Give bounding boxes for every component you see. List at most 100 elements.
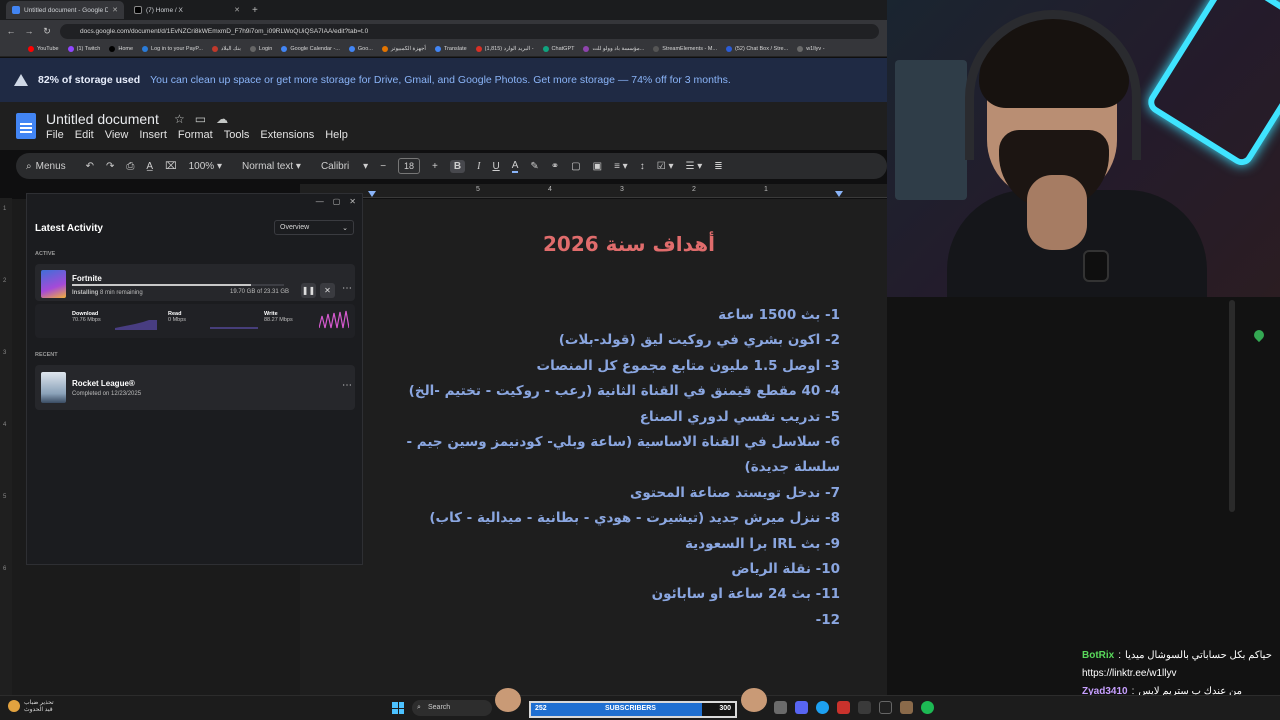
epic-games-icon[interactable] (879, 701, 892, 714)
new-tab-icon[interactable]: + (252, 5, 258, 16)
bookmark-item[interactable]: ChatGPT (542, 46, 575, 52)
link-icon[interactable]: ⚭ (551, 161, 559, 172)
text-color-icon[interactable]: A (511, 160, 519, 173)
document-title[interactable]: Untitled document (46, 111, 159, 127)
undo-icon[interactable]: ↶ (86, 161, 94, 172)
menu-item-edit[interactable]: Edit (75, 129, 94, 141)
bookmark-item[interactable]: بنك البلاد (211, 46, 241, 52)
menu-item-format[interactable]: Format (178, 129, 213, 141)
bookmark-item[interactable]: YouTube (28, 46, 59, 52)
numbered-list-icon[interactable]: ≣ (714, 161, 722, 172)
goal-line: 7- ندخل تويستد صناعة المحتوى (630, 484, 840, 501)
bullet-list-icon[interactable]: ☰ ▾ (685, 161, 702, 172)
bookmark-item[interactable]: StreamElements - M... (653, 46, 717, 52)
move-folder-icon[interactable]: ▭ (195, 112, 206, 126)
minimize-icon[interactable]: — (316, 197, 324, 206)
maximize-icon[interactable]: ▢ (333, 197, 341, 206)
image-icon[interactable]: ▣ (593, 161, 602, 172)
taskbar-search[interactable]: ⌕ Search (412, 700, 492, 716)
close-icon[interactable]: ✕ (349, 197, 356, 206)
bookmark-favicon-icon (726, 46, 733, 52)
search-menus-icon[interactable]: ⌕ (26, 161, 32, 172)
windows-start-icon[interactable] (392, 702, 404, 714)
recent-item-card[interactable]: Rocket League® Completed on 12/23/2025 ⋯ (35, 365, 355, 410)
close-tab-icon[interactable]: ✕ (112, 6, 118, 14)
spellcheck-icon[interactable]: A̲ (146, 161, 153, 172)
menu-item-file[interactable]: File (46, 129, 64, 141)
bookmark-label: ChatGPT (551, 46, 575, 52)
pause-icon[interactable]: ❚❚ (301, 283, 316, 298)
horizontal-ruler[interactable]: 5 4 3 2 1 (300, 184, 887, 198)
style-select[interactable]: Normal text ▾ (242, 161, 301, 172)
bookmark-item[interactable]: Home (109, 46, 133, 52)
weather-widget[interactable]: تحذير ضباب قيد الحدوث (8, 700, 54, 714)
star-icon[interactable]: ☆ (174, 112, 185, 126)
goals-list[interactable]: 1- بث 1500 ساعة 2- اكون بشري في روكيت ليق… (390, 303, 840, 633)
storage-message-link[interactable]: You can clean up space or get more stora… (150, 74, 731, 86)
decrease-font-icon[interactable]: − (380, 161, 386, 172)
increase-font-icon[interactable]: + (432, 161, 438, 172)
bookmark-item[interactable]: أجهزة الكمبيوتر (381, 46, 426, 52)
bookmark-item[interactable]: (52) Chat Box / Stre... (726, 46, 788, 52)
underline-icon[interactable]: U (492, 161, 499, 172)
bookmark-item[interactable]: Log in to your PayP... (142, 46, 203, 52)
app-icon[interactable] (837, 701, 850, 714)
forward-icon[interactable]: → (24, 26, 34, 36)
ruler-left-indent-icon[interactable] (835, 191, 843, 197)
overview-value: Overview (280, 224, 310, 231)
tab-x-home[interactable]: (7) Home / X ✕ (128, 1, 246, 19)
bookmark-label: (52) Chat Box / Stre... (735, 46, 789, 52)
chevron-down-icon: ⌄ (342, 224, 348, 232)
scrollbar[interactable] (1229, 300, 1235, 512)
bookmark-item[interactable]: Goo... (348, 46, 373, 52)
url-field[interactable]: docs.google.com/document/d/1EvNZCri8kWEm… (60, 23, 879, 39)
paint-format-icon[interactable]: ⌧ (165, 161, 177, 172)
bookmark-item[interactable]: Google Calendar -... (281, 46, 340, 52)
checklist-icon[interactable]: ☑ ▾ (657, 161, 674, 172)
app-icon[interactable] (774, 701, 787, 714)
back-icon[interactable]: ← (6, 26, 16, 36)
document-heading[interactable]: أهداف سنة 2026 (300, 232, 887, 256)
app-icon[interactable] (900, 701, 913, 714)
menu-item-insert[interactable]: Insert (139, 129, 167, 141)
highlight-icon[interactable]: ✎ (530, 161, 538, 172)
discord-icon[interactable] (795, 701, 808, 714)
bookmark-item[interactable]: (1) Twitch (67, 46, 100, 52)
comment-icon[interactable]: ▢ (571, 161, 580, 172)
tab-google-docs[interactable]: Untitled document - Google Do ✕ (6, 1, 124, 19)
bookmark-item[interactable]: مؤسسة باد وولو للت... (583, 46, 644, 52)
bookmark-label: Log in to your PayP... (151, 46, 203, 52)
menu-item-help[interactable]: Help (325, 129, 348, 141)
menu-item-view[interactable]: View (105, 129, 129, 141)
edge-icon[interactable] (816, 701, 829, 714)
cancel-icon[interactable]: ✕ (320, 283, 335, 298)
overview-dropdown[interactable]: Overview ⌄ (274, 220, 354, 235)
app-icon[interactable] (858, 701, 871, 714)
active-download-card[interactable]: Fortnite Installing 8 min remaining 19.7… (35, 264, 355, 301)
reload-icon[interactable]: ↻ (42, 26, 52, 37)
more-options-icon[interactable]: ⋯ (342, 283, 352, 294)
line-spacing-icon[interactable]: ↕ (640, 161, 645, 172)
docs-logo-icon[interactable] (16, 113, 36, 139)
italic-icon[interactable]: I (477, 161, 480, 172)
menus-search-label[interactable]: Menus (36, 161, 66, 172)
font-size-input[interactable]: 18 (398, 158, 421, 174)
close-tab-icon[interactable]: ✕ (234, 6, 240, 14)
align-icon[interactable]: ≡ ▾ (614, 161, 628, 172)
redo-icon[interactable]: ↷ (106, 161, 114, 172)
print-icon[interactable]: ⎙ (126, 161, 134, 172)
bookmark-item[interactable]: Translate (434, 46, 467, 52)
ruler-tick-label: 4 (548, 186, 552, 193)
ruler-right-indent-icon[interactable] (368, 191, 376, 197)
menu-item-tools[interactable]: Tools (224, 129, 250, 141)
bookmark-item[interactable]: (1,815) البريد الوارد - (475, 46, 534, 52)
menu-item-extensions[interactable]: Extensions (260, 129, 314, 141)
bookmark-item[interactable]: Login (249, 46, 272, 52)
zoom-select[interactable]: 100% ▾ (189, 161, 222, 172)
bookmark-item[interactable]: w1llyv - (797, 46, 825, 52)
font-select[interactable]: Calibri ▾ (321, 161, 368, 172)
bold-icon[interactable]: B (449, 159, 466, 173)
more-options-icon[interactable]: ⋯ (342, 380, 352, 391)
spotify-icon[interactable] (921, 701, 934, 714)
cloud-status-icon[interactable]: ☁ (216, 112, 228, 126)
